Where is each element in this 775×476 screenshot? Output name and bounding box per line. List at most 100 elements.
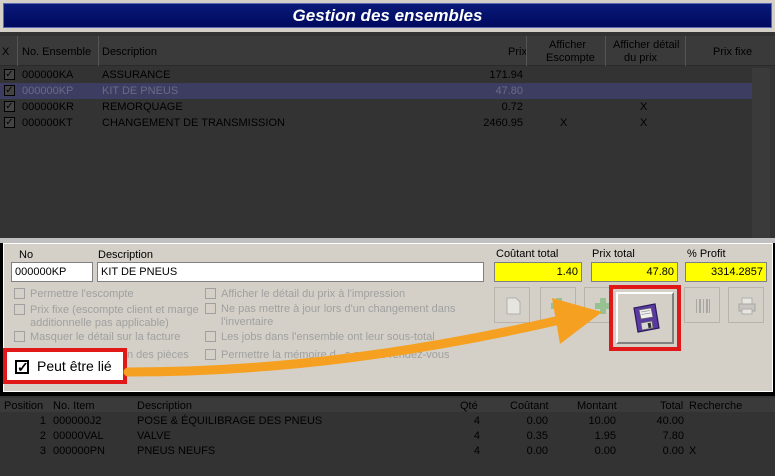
- cell-position: 3: [39, 445, 46, 457]
- new-button[interactable]: [494, 287, 530, 323]
- table-row[interactable]: ✓ 000000KT CHANGEMENT DE TRANSMISSION 24…: [0, 115, 752, 131]
- cell-coutant: 0.35: [526, 430, 548, 442]
- add-button[interactable]: [540, 287, 576, 323]
- header-afficher-escompte-1[interactable]: Afficher: [549, 39, 586, 51]
- floppy-disk-icon: [633, 303, 660, 333]
- row-checkbox[interactable]: ✓: [4, 117, 15, 128]
- cell-prix: 171.94: [489, 69, 523, 81]
- cell-no-item: 000000J2: [53, 415, 102, 427]
- cell-montant: 0.00: [594, 445, 616, 457]
- header-total[interactable]: Total: [660, 400, 683, 412]
- checkbox[interactable]: [205, 288, 216, 299]
- cell-prix: 2460.95: [483, 117, 523, 129]
- cell-qte: 4: [473, 415, 480, 427]
- cell-montant: 10.00: [588, 415, 616, 427]
- checkbox[interactable]: [14, 304, 25, 315]
- items-grid[interactable]: Position No. Item Description Qté Coûtan…: [0, 396, 775, 476]
- header-prix-fixe[interactable]: Prix fixe: [713, 46, 752, 58]
- barcode-button[interactable]: [684, 287, 720, 323]
- cell-no: 000000KR: [22, 101, 74, 113]
- header-recherche[interactable]: Recherche: [689, 400, 742, 412]
- header-position[interactable]: Position: [4, 400, 43, 412]
- header-qte[interactable]: Qté: [460, 400, 478, 412]
- row-checkbox[interactable]: ✓: [4, 101, 15, 112]
- cell-position: 1: [39, 415, 46, 427]
- description-label: Description: [98, 249, 154, 261]
- cell-position: 2: [39, 430, 46, 442]
- header-description[interactable]: Description: [102, 46, 157, 58]
- cell-coutant: 0.00: [526, 415, 548, 427]
- cell-prix: 0.72: [501, 101, 523, 113]
- items-grid-header: Position No. Item Description Qté Coûtan…: [0, 398, 775, 412]
- peut-etre-lie-highlight: ✓ Peut être lié: [3, 348, 127, 384]
- header-check: X: [2, 46, 10, 58]
- profit-field: 3314.2857: [685, 262, 767, 282]
- save-button[interactable]: [616, 292, 674, 344]
- cout-total-label: Coûtant total: [496, 248, 559, 260]
- header-montant[interactable]: Montant: [577, 400, 617, 412]
- printer-icon: [738, 297, 756, 315]
- cell-escompte: X: [560, 117, 568, 129]
- peut-etre-lie-label: Peut être lié: [37, 358, 112, 374]
- plus-icon: [551, 298, 567, 314]
- table-row-selected[interactable]: ✓ 000000KP KIT DE PNEUS 47.80: [0, 83, 752, 99]
- checkbox[interactable]: [205, 349, 216, 360]
- row-checkbox[interactable]: ✓: [4, 69, 15, 80]
- cell-recherche: X: [689, 445, 697, 457]
- print-button[interactable]: [728, 287, 764, 323]
- cell-no: 000000KA: [22, 69, 74, 81]
- no-field[interactable]: 000000KP: [11, 262, 93, 282]
- checkbox[interactable]: [14, 331, 25, 342]
- cell-description: VALVE: [137, 430, 171, 442]
- cell-no-item: 000000PN: [53, 445, 105, 457]
- profit-label: % Profit: [687, 248, 726, 260]
- table-row[interactable]: ✓ 000000KA ASSURANCE 171.94: [0, 67, 752, 83]
- cell-no: 000000KP: [22, 85, 74, 97]
- table-row[interactable]: 3 000000PN PNEUS NEUFS 4 0.00 0.00 0.00 …: [0, 445, 775, 460]
- vertical-scrollbar[interactable]: [752, 68, 770, 264]
- table-row[interactable]: 1 000000J2 POSE & ÉQUILIBRAGE DES PNEUS …: [0, 415, 775, 430]
- cell-description: CHANGEMENT DE TRANSMISSION: [102, 117, 285, 129]
- col-divider: [526, 36, 527, 66]
- row-checkbox[interactable]: ✓: [4, 85, 15, 96]
- cell-description: POSE & ÉQUILIBRAGE DES PNEUS: [137, 415, 323, 427]
- col-divider: [685, 36, 686, 66]
- checkbox[interactable]: [14, 288, 25, 299]
- header-afficher-detail-1[interactable]: Afficher détail: [613, 39, 679, 51]
- col-divider: [17, 36, 18, 66]
- description-field[interactable]: KIT DE PNEUS: [97, 262, 484, 282]
- cell-prix: 47.80: [495, 85, 523, 97]
- header-afficher-escompte-2[interactable]: Escompte: [546, 52, 595, 64]
- cell-total: 40.00: [656, 415, 684, 427]
- ensembles-grid-header: X No. Ensemble Description Prix Afficher…: [0, 36, 775, 66]
- cell-coutant: 0.00: [526, 445, 548, 457]
- checkbox[interactable]: [205, 331, 216, 342]
- document-icon: [506, 297, 521, 315]
- header-afficher-detail-2[interactable]: du prix: [624, 52, 657, 64]
- save-highlight: [609, 285, 681, 351]
- header-description[interactable]: Description: [137, 400, 192, 412]
- cell-description: PNEUS NEUFS: [137, 445, 216, 457]
- ensembles-grid[interactable]: X No. Ensemble Description Prix Afficher…: [0, 32, 775, 264]
- header-prix[interactable]: Prix: [508, 46, 527, 58]
- prix-total-field: 47.80: [591, 262, 678, 282]
- no-label: No: [19, 249, 34, 261]
- cell-qte: 4: [473, 445, 480, 457]
- cell-description: KIT DE PNEUS: [102, 85, 179, 97]
- col-divider: [98, 36, 99, 66]
- header-no-item[interactable]: No. Item: [53, 400, 95, 412]
- barcode-icon: [696, 299, 710, 313]
- header-coutant[interactable]: Coûtant: [510, 400, 549, 412]
- window-title: Gestion des ensembles: [3, 3, 772, 28]
- table-row[interactable]: 2 00000VAL VALVE 4 0.35 1.95 7.80: [0, 430, 775, 445]
- peut-etre-lie-checkbox[interactable]: ✓: [15, 360, 29, 374]
- col-divider: [605, 36, 606, 66]
- cell-no: 000000KT: [22, 117, 73, 129]
- cell-no-item: 00000VAL: [53, 430, 104, 442]
- title-bar: Gestion des ensembles: [0, 0, 775, 32]
- header-no-ensemble[interactable]: No. Ensemble: [22, 46, 91, 58]
- cout-total-field: 1.40: [494, 262, 582, 282]
- cell-total: 0.00: [662, 445, 684, 457]
- table-row[interactable]: ✓ 000000KR REMORQUAGE 0.72 X: [0, 99, 752, 115]
- checkbox[interactable]: [205, 303, 216, 314]
